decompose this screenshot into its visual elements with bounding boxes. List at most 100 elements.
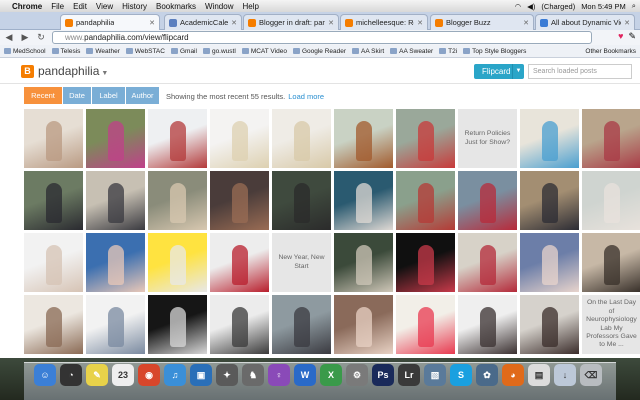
close-tab-icon[interactable]: ✕ — [231, 19, 237, 27]
post-thumbnail[interactable] — [396, 233, 455, 292]
search-input[interactable]: Search loaded posts — [528, 64, 632, 79]
menu-window[interactable]: Window — [205, 2, 233, 11]
forward-button[interactable]: ▶ — [20, 32, 30, 43]
system-prefs-icon[interactable]: ⚙ — [346, 364, 368, 386]
heart-extension-icon[interactable]: ♥ — [618, 31, 623, 42]
other-bookmarks[interactable]: Other Bookmarks — [585, 48, 636, 55]
post-thumbnail[interactable] — [458, 295, 517, 354]
post-thumbnail[interactable] — [396, 295, 455, 354]
post-title-card[interactable]: Return Policies Just for Show? — [458, 109, 517, 168]
post-thumbnail[interactable] — [24, 171, 83, 230]
documents-icon[interactable]: ▤ — [528, 364, 550, 386]
post-thumbnail[interactable] — [396, 171, 455, 230]
post-thumbnail[interactable] — [334, 295, 393, 354]
filter-tab-author[interactable]: Author — [126, 87, 159, 104]
lightroom-icon[interactable]: Lr — [398, 364, 420, 386]
wrench-icon[interactable]: ✎ — [628, 31, 636, 42]
post-thumbnail[interactable] — [210, 233, 269, 292]
excel-icon[interactable]: X — [320, 364, 342, 386]
post-thumbnail[interactable] — [24, 233, 83, 292]
bookmark-item[interactable]: Telesis — [51, 48, 80, 55]
close-tab-icon[interactable]: ✕ — [149, 19, 155, 27]
post-thumbnail[interactable] — [86, 233, 145, 292]
post-thumbnail[interactable] — [210, 295, 269, 354]
filter-tab-recent[interactable]: Recent — [24, 87, 62, 104]
menu-help[interactable]: Help — [242, 2, 258, 11]
post-thumbnail[interactable] — [86, 295, 145, 354]
post-thumbnail[interactable] — [24, 295, 83, 354]
address-bar[interactable]: www. pandaphilia.com/view/flipcard — [52, 31, 592, 44]
close-tab-icon[interactable]: ✕ — [523, 19, 529, 27]
dashboard-icon[interactable]: ◔ — [60, 364, 82, 386]
post-thumbnail[interactable] — [148, 109, 207, 168]
bookmark-item[interactable]: Top Style Bloggers — [463, 48, 526, 55]
menu-view[interactable]: View — [96, 2, 113, 11]
menu-edit[interactable]: Edit — [73, 2, 87, 11]
bookmark-item[interactable]: Google Reader — [292, 48, 346, 55]
tab-2[interactable]: AcademicCalendar2011-✕ — [164, 14, 242, 30]
network-icon[interactable]: ✿ — [476, 364, 498, 386]
battery-status[interactable]: (Charged) — [541, 2, 575, 11]
post-thumbnail[interactable] — [334, 109, 393, 168]
chess-icon[interactable]: ♞ — [242, 364, 264, 386]
word-icon[interactable]: W — [294, 364, 316, 386]
post-thumbnail[interactable] — [458, 171, 517, 230]
filter-tab-label[interactable]: Label — [92, 87, 125, 104]
post-thumbnail[interactable] — [520, 109, 579, 168]
bookmark-item[interactable]: MedSchool — [4, 48, 46, 55]
volume-icon[interactable]: ◀) — [527, 2, 535, 11]
post-thumbnail[interactable] — [582, 109, 640, 168]
chrome-icon[interactable]: ◉ — [138, 364, 160, 386]
post-thumbnail[interactable] — [148, 171, 207, 230]
bookmark-item[interactable]: Weather — [86, 48, 120, 55]
skype-icon[interactable]: S — [450, 364, 472, 386]
menu-file[interactable]: File — [51, 2, 64, 11]
blog-title[interactable]: pandaphilia ▼ — [38, 64, 108, 78]
finder-icon[interactable]: ☺ — [34, 364, 56, 386]
post-thumbnail[interactable] — [86, 109, 145, 168]
post-thumbnail[interactable] — [520, 233, 579, 292]
post-thumbnail[interactable] — [86, 171, 145, 230]
downloads-icon[interactable]: ↓ — [554, 364, 576, 386]
bookmark-item[interactable]: go.wustl — [202, 48, 236, 55]
view-selector-button[interactable]: Flipcard ▼ — [474, 64, 524, 79]
post-thumbnail[interactable] — [582, 171, 640, 230]
post-thumbnail[interactable] — [272, 109, 331, 168]
app-icon[interactable]: ✦ — [216, 364, 238, 386]
tab-6[interactable]: All about Dynamic Views✕ — [535, 14, 635, 30]
post-thumbnail[interactable] — [520, 295, 579, 354]
tab-4[interactable]: michelleesque: Review✕ — [340, 14, 428, 30]
close-tab-icon[interactable]: ✕ — [328, 19, 334, 27]
pidgin-icon[interactable]: ♀ — [268, 364, 290, 386]
post-thumbnail[interactable] — [148, 233, 207, 292]
filter-tab-date[interactable]: Date — [63, 87, 91, 104]
trash-icon[interactable]: ⌫ — [580, 364, 602, 386]
tab-1[interactable]: pandaphilia ✕ — [60, 14, 160, 30]
tab-3[interactable]: Blogger in draft: pandap✕ — [243, 14, 339, 30]
bookmark-item[interactable]: Gmail — [170, 48, 197, 55]
post-thumbnail[interactable] — [334, 171, 393, 230]
close-tab-icon[interactable]: ✕ — [417, 19, 423, 27]
menu-chrome[interactable]: Chrome — [12, 2, 42, 11]
post-title-card[interactable]: New Year, New Start — [272, 233, 331, 292]
spotlight-icon[interactable]: ⌕ — [632, 1, 636, 11]
blogger-logo-icon[interactable]: B — [21, 65, 34, 78]
itunes-icon[interactable]: ♫ — [164, 364, 186, 386]
post-thumbnail[interactable] — [272, 295, 331, 354]
post-thumbnail[interactable] — [148, 295, 207, 354]
back-button[interactable]: ◀ — [4, 32, 14, 43]
wifi-icon[interactable]: ◠ — [515, 2, 522, 11]
firefox-icon[interactable]: ◕ — [502, 364, 524, 386]
preview-icon[interactable]: ▣ — [190, 364, 212, 386]
post-thumbnail[interactable] — [24, 109, 83, 168]
tab-5[interactable]: Blogger Buzz ✕ — [430, 14, 534, 30]
photoshop-icon[interactable]: Ps — [372, 364, 394, 386]
reload-button[interactable]: ↻ — [36, 32, 46, 43]
ical-icon[interactable]: 23 — [112, 364, 134, 386]
load-more-link[interactable]: Load more — [288, 92, 324, 101]
post-thumbnail[interactable] — [334, 233, 393, 292]
clock[interactable]: Mon 5:49 PM — [581, 2, 626, 11]
bookmark-item[interactable]: MCAT Video — [241, 48, 287, 55]
post-thumbnail[interactable] — [520, 171, 579, 230]
post-thumbnail[interactable] — [396, 109, 455, 168]
